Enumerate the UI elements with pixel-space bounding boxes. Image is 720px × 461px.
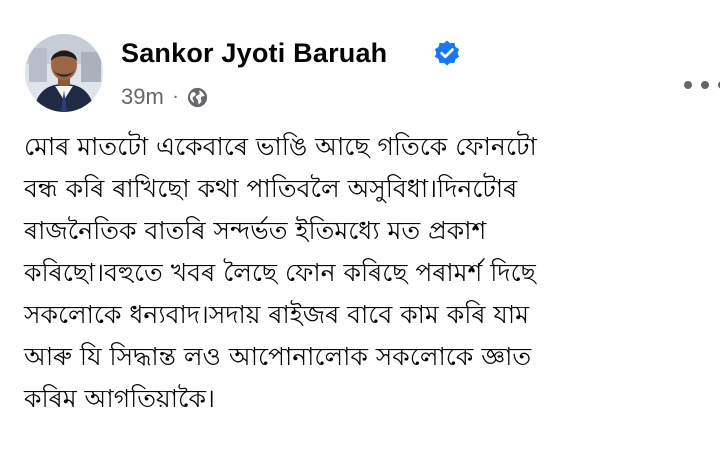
post-body-line: বন্ধ কৰি ৰাখিছো কথা পাতিবলৈ অসুবিধা।দিনট… bbox=[24, 174, 518, 203]
meta-separator: · bbox=[172, 86, 179, 108]
post-body-line: মোৰ মাতটো একেবাৰে ভাঙি আছে গতিকে ফোনটো bbox=[24, 132, 537, 161]
facebook-post: Sankor Jyoti Baruah 39m · মোৰ মাতটো একেব… bbox=[0, 0, 720, 461]
avatar[interactable] bbox=[25, 34, 103, 112]
post-body: মোৰ মাতটো একেবাৰে ভাঙি আছে গতিকে ফোনটো ব… bbox=[24, 126, 704, 420]
more-options-icon[interactable] bbox=[683, 79, 720, 91]
post-timestamp[interactable]: 39m bbox=[121, 84, 164, 110]
verified-badge-icon bbox=[434, 40, 460, 66]
post-body-line: ৰাজনৈতিক বাতৰি সন্দৰ্ভত ইতিমধ্যে মত প্ৰক… bbox=[24, 216, 487, 245]
post-body-line: আৰু যি সিদ্ধান্ত লও আপোনালোক সকলোকে জ্ঞা… bbox=[24, 342, 532, 371]
author-name[interactable]: Sankor Jyoti Baruah bbox=[121, 38, 387, 69]
avatar-image bbox=[25, 34, 103, 112]
post-body-line: কৰিম আগতিয়াকৈ। bbox=[24, 384, 215, 413]
post-meta: 39m · bbox=[121, 82, 208, 112]
post-body-line: কৰিছো।বহুতে খবৰ লৈছে ফোন কৰিছে পৰামৰ্শ দ… bbox=[24, 258, 536, 287]
post-body-line: সকলোকে ধন্যবাদ।সদায় ৰাইজৰ বাবে কাম কৰি … bbox=[24, 300, 529, 329]
globe-icon[interactable] bbox=[187, 87, 208, 108]
post-header: Sankor Jyoti Baruah 39m · bbox=[25, 34, 720, 114]
